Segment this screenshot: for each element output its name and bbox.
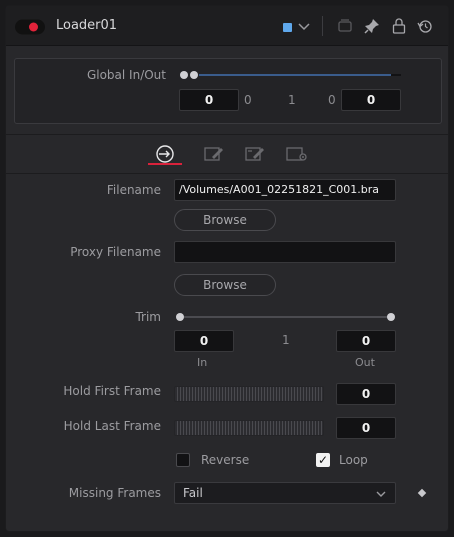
proxy-filename-label: Proxy Filename — [70, 245, 161, 259]
trim-out-input[interactable]: 0 — [336, 330, 396, 352]
global-out-knob[interactable] — [190, 71, 198, 79]
missing-frames-dropdown[interactable]: Fail — [174, 482, 396, 504]
global-range-left: 0 — [244, 93, 252, 107]
loop-label: Loop — [339, 453, 368, 467]
global-start-input[interactable]: 0 — [179, 89, 239, 111]
hold-first-frame-jog[interactable] — [174, 386, 324, 402]
missing-frames-selected: Fail — [183, 486, 203, 500]
trim-in-caption: In — [197, 356, 208, 369]
trim-mid-value: 1 — [282, 333, 290, 347]
global-in-knob[interactable] — [180, 71, 188, 79]
tab-import-icon[interactable] — [242, 141, 268, 167]
trim-out-knob[interactable] — [387, 313, 395, 321]
node-color-swatch[interactable] — [283, 23, 292, 32]
node-enable-toggle[interactable] — [15, 19, 45, 35]
tab-format-icon[interactable] — [201, 141, 227, 167]
enabled-indicator — [29, 22, 38, 32]
missing-frames-label: Missing Frames — [68, 486, 161, 500]
hold-first-frame-input[interactable]: 0 — [336, 383, 396, 405]
dropdown-chevron-icon — [376, 491, 386, 497]
active-tab-indicator — [148, 163, 182, 165]
global-range-right: 0 — [328, 93, 336, 107]
global-inout-range-track[interactable] — [199, 74, 401, 76]
reverse-label: Reverse — [201, 453, 250, 467]
global-range-mid: 1 — [288, 93, 296, 107]
header-divider — [322, 16, 323, 36]
filename-field[interactable]: /Volumes/A001_02251821_C001.bra — [174, 179, 396, 201]
global-end-input[interactable]: 0 — [341, 89, 401, 111]
loop-checkbox[interactable]: ✓ — [316, 453, 330, 467]
hold-last-frame-jog[interactable] — [174, 420, 324, 436]
tab-settings-icon[interactable] — [284, 141, 310, 167]
hold-last-frame-input[interactable]: 0 — [336, 417, 396, 439]
trim-in-input[interactable]: 0 — [174, 330, 234, 352]
proxy-browse-button[interactable]: Browse — [174, 274, 276, 296]
filename-browse-button[interactable]: Browse — [174, 209, 276, 231]
hold-last-frame-label: Hold Last Frame — [63, 419, 161, 433]
global-inout-label: Global In/Out — [86, 68, 166, 82]
reverse-checkbox[interactable] — [176, 453, 190, 467]
trim-range-track[interactable] — [184, 316, 388, 318]
trim-in-knob[interactable] — [176, 313, 184, 321]
inspector-panel: Loader01 Global In/Out 0 0 1 0 0 Filenam… — [5, 5, 449, 532]
proxy-filename-field[interactable] — [174, 241, 396, 263]
global-inout-section: Global In/Out 0 0 1 0 0 — [14, 58, 442, 124]
trim-label: Trim — [135, 310, 161, 324]
inspector-tabs — [6, 134, 448, 174]
hold-first-frame-label: Hold First Frame — [63, 384, 161, 398]
global-track-end — [391, 74, 401, 76]
keyframe-diamond-icon[interactable] — [417, 488, 427, 498]
color-dropdown-chevron-icon[interactable] — [295, 17, 313, 35]
pin-icon[interactable] — [363, 17, 381, 35]
node-title: Loader01 — [56, 18, 118, 33]
lock-icon[interactable] — [390, 17, 408, 35]
version-icon[interactable] — [336, 17, 354, 35]
trim-out-caption: Out — [355, 356, 375, 369]
reset-icon[interactable] — [416, 17, 434, 35]
filename-label: Filename — [106, 183, 161, 197]
node-header: Loader01 — [6, 6, 448, 46]
